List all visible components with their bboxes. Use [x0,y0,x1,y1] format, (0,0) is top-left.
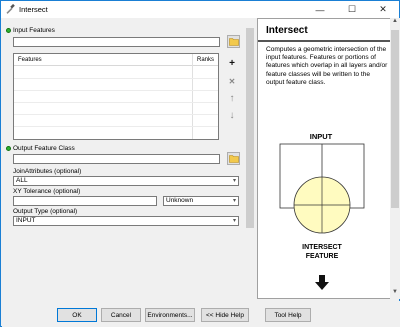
xy-tolerance-unit-select[interactable]: Unknown ▾ [163,196,239,206]
join-attributes-select[interactable]: ALL ▾ [13,176,239,186]
title-bar: Intersect — ☐ ✕ [1,1,399,18]
close-button[interactable]: ✕ [368,1,398,18]
browse-input-button[interactable] [227,35,240,48]
scrollbar-thumb[interactable] [246,28,254,228]
maximize-button[interactable]: ☐ [337,1,367,18]
output-feature-class-field[interactable] [13,154,220,164]
browse-output-button[interactable] [227,152,240,165]
input-features-label: Input Features [13,27,55,34]
hide-help-button[interactable]: << Hide Help [201,308,249,322]
folder-icon [228,38,239,46]
move-up-button[interactable]: ↑ [225,91,239,105]
xy-tolerance-field[interactable] [13,196,157,206]
help-divider [258,40,390,42]
column-ranks: Ranks [197,57,215,63]
help-scrollbar[interactable]: ▲ ▼ [390,18,400,299]
join-attributes-value: ALL [16,177,28,184]
diagram-output-label-1: INTERSECT [302,244,342,251]
required-indicator-icon [6,146,11,151]
intersect-dialog: Intersect — ☐ ✕ Input Features Features … [0,0,400,327]
table-row [14,78,218,79]
diagram-output-label-2: FEATURE [306,253,339,260]
window-title: Intersect [19,5,48,14]
add-row-button[interactable]: + [225,56,239,70]
input-features-field[interactable] [13,37,220,47]
remove-row-button[interactable]: ✕ [225,74,239,88]
tool-help-button[interactable]: Tool Help [265,308,311,322]
output-type-value: INPUT [16,217,36,224]
output-type-label: Output Type (optional) [13,208,78,215]
scroll-up-icon[interactable]: ▲ [390,18,400,28]
chevron-down-icon: ▾ [232,218,236,224]
hammer-icon [6,4,15,14]
cancel-button[interactable]: Cancel [101,308,141,322]
ok-button[interactable]: OK [57,308,97,322]
table-row [14,126,218,127]
table-row [14,102,218,103]
arrow-down-icon [315,275,329,290]
required-indicator-icon [6,28,11,33]
table-row [14,90,218,91]
output-feature-class-label: Output Feature Class [13,145,75,152]
intersect-diagram: INPUT INTERSECT FEATURE [279,132,365,290]
xy-tolerance-label: XY Tolerance (optional) [13,188,81,195]
button-bar: OK Cancel Environments... << Hide Help T… [2,301,400,327]
table-row [14,114,218,115]
help-description: Computes a geometric intersection of the… [266,46,388,86]
scrollbar-thumb[interactable] [391,30,399,208]
minimize-button[interactable]: — [305,1,335,18]
table-header: Features Ranks [14,54,218,66]
environments-button[interactable]: Environments... [145,308,195,322]
scroll-down-icon[interactable]: ▼ [390,289,400,299]
join-attributes-label: JoinAttributes (optional) [13,168,82,175]
parameters-scrollbar[interactable] [245,18,255,299]
chevron-down-icon: ▾ [232,178,236,184]
features-table[interactable]: Features Ranks [13,53,219,140]
move-down-button[interactable]: ↓ [225,108,239,122]
column-features: Features [18,57,42,63]
diagram-input-label: INPUT [310,132,333,141]
help-title: Intersect [266,25,308,36]
xy-tolerance-unit-value: Unknown [166,197,194,204]
parameters-panel: Input Features Features Ranks + ✕ ↑ ↓ Ou… [2,18,255,299]
help-panel: Intersect Computes a geometric intersect… [257,18,391,299]
chevron-down-icon: ▾ [232,198,236,204]
folder-icon [228,155,239,163]
output-type-select[interactable]: INPUT ▾ [13,216,239,226]
